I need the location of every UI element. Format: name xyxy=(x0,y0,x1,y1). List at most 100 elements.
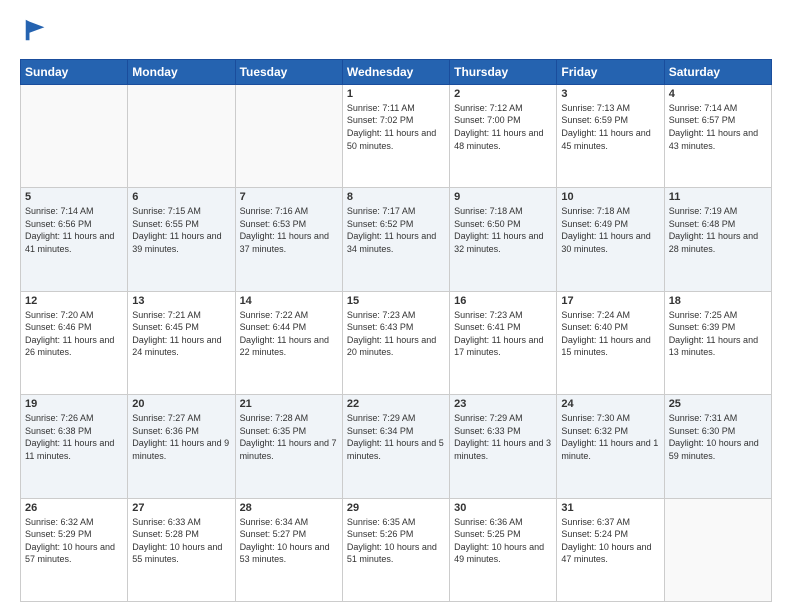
calendar-cell: 30 Sunrise: 6:36 AM Sunset: 5:25 PM Dayli… xyxy=(450,498,557,601)
calendar-cell: 22 Sunrise: 7:29 AM Sunset: 6:34 PM Dayli… xyxy=(342,395,449,498)
calendar-cell: 13Sunrise: 7:21 AM Sunset: 6:45 PM Dayli… xyxy=(128,291,235,394)
day-info: Sunrise: 7:25 AM Sunset: 6:39 PM Dayligh… xyxy=(669,309,767,359)
day-info: Sunrise: 7:11 AM Sunset: 7:02 PM Dayligh… xyxy=(347,102,445,152)
calendar-cell: 31Sunrise: 6:37 AM Sunset: 5:24 PM Dayli… xyxy=(557,498,664,601)
day-info: Sunrise: 7:23 AM Sunset: 6:41 PM Dayligh… xyxy=(454,309,552,359)
day-info: Sunrise: 7:24 AM Sunset: 6:40 PM Dayligh… xyxy=(561,309,659,359)
day-info: Sunrise: 7:15 AM Sunset: 6:55 PM Dayligh… xyxy=(132,205,230,255)
day-header-sunday: Sunday xyxy=(21,59,128,84)
day-info: Sunrise: 7:16 AM Sunset: 6:53 PM Dayligh… xyxy=(240,205,338,255)
calendar-cell: 24Sunrise: 7:30 AM Sunset: 6:32 PM Dayli… xyxy=(557,395,664,498)
day-number: 16 xyxy=(454,295,552,307)
day-number: 3 xyxy=(561,88,659,100)
calendar-cell: 2 Sunrise: 7:12 AM Sunset: 7:00 PM Daylig… xyxy=(450,84,557,187)
day-info: Sunrise: 7:18 AM Sunset: 6:49 PM Dayligh… xyxy=(561,205,659,255)
day-info: Sunrise: 6:32 AM Sunset: 5:29 PM Dayligh… xyxy=(25,516,123,566)
day-info: Sunrise: 7:12 AM Sunset: 7:00 PM Dayligh… xyxy=(454,102,552,152)
calendar-cell xyxy=(235,84,342,187)
day-number: 23 xyxy=(454,398,552,410)
day-number: 26 xyxy=(25,502,123,514)
day-number: 10 xyxy=(561,191,659,203)
day-info: Sunrise: 7:13 AM Sunset: 6:59 PM Dayligh… xyxy=(561,102,659,152)
calendar-header-row: SundayMondayTuesdayWednesdayThursdayFrid… xyxy=(21,59,772,84)
calendar-cell: 23 Sunrise: 7:29 AM Sunset: 6:33 PM Dayli… xyxy=(450,395,557,498)
day-info: Sunrise: 7:31 AM Sunset: 6:30 PM Dayligh… xyxy=(669,412,767,462)
day-number: 1 xyxy=(347,88,445,100)
day-number: 2 xyxy=(454,88,552,100)
day-number: 4 xyxy=(669,88,767,100)
day-info: Sunrise: 7:14 AM Sunset: 6:57 PM Dayligh… xyxy=(669,102,767,152)
calendar-cell: 10 Sunrise: 7:18 AM Sunset: 6:49 PM Dayli… xyxy=(557,188,664,291)
calendar-week-row: 26 Sunrise: 6:32 AM Sunset: 5:29 PM Dayli… xyxy=(21,498,772,601)
day-info: Sunrise: 7:23 AM Sunset: 6:43 PM Dayligh… xyxy=(347,309,445,359)
calendar-cell: 25Sunrise: 7:31 AM Sunset: 6:30 PM Dayli… xyxy=(664,395,771,498)
day-number: 31 xyxy=(561,502,659,514)
header xyxy=(20,16,772,49)
day-info: Sunrise: 7:27 AM Sunset: 6:36 PM Dayligh… xyxy=(132,412,230,462)
day-number: 19 xyxy=(25,398,123,410)
page: SundayMondayTuesdayWednesdayThursdayFrid… xyxy=(0,0,792,612)
day-info: Sunrise: 6:35 AM Sunset: 5:26 PM Dayligh… xyxy=(347,516,445,566)
calendar-cell: 11 Sunrise: 7:19 AM Sunset: 6:48 PM Dayli… xyxy=(664,188,771,291)
day-header-tuesday: Tuesday xyxy=(235,59,342,84)
day-info: Sunrise: 6:34 AM Sunset: 5:27 PM Dayligh… xyxy=(240,516,338,566)
calendar-week-row: 19 Sunrise: 7:26 AM Sunset: 6:38 PM Dayli… xyxy=(21,395,772,498)
calendar-cell: 3 Sunrise: 7:13 AM Sunset: 6:59 PM Daylig… xyxy=(557,84,664,187)
day-info: Sunrise: 7:19 AM Sunset: 6:48 PM Dayligh… xyxy=(669,205,767,255)
day-number: 9 xyxy=(454,191,552,203)
day-header-wednesday: Wednesday xyxy=(342,59,449,84)
day-header-thursday: Thursday xyxy=(450,59,557,84)
calendar-cell xyxy=(21,84,128,187)
day-info: Sunrise: 7:29 AM Sunset: 6:34 PM Dayligh… xyxy=(347,412,445,462)
calendar-cell: 7Sunrise: 7:16 AM Sunset: 6:53 PM Daylig… xyxy=(235,188,342,291)
calendar-cell: 5 Sunrise: 7:14 AM Sunset: 6:56 PM Daylig… xyxy=(21,188,128,291)
calendar-cell: 19 Sunrise: 7:26 AM Sunset: 6:38 PM Dayli… xyxy=(21,395,128,498)
calendar-cell: 28 Sunrise: 6:34 AM Sunset: 5:27 PM Dayli… xyxy=(235,498,342,601)
day-number: 29 xyxy=(347,502,445,514)
day-info: Sunrise: 7:14 AM Sunset: 6:56 PM Dayligh… xyxy=(25,205,123,255)
day-number: 8 xyxy=(347,191,445,203)
calendar-cell xyxy=(664,498,771,601)
day-info: Sunrise: 7:22 AM Sunset: 6:44 PM Dayligh… xyxy=(240,309,338,359)
day-number: 20 xyxy=(132,398,230,410)
calendar-cell: 18 Sunrise: 7:25 AM Sunset: 6:39 PM Dayli… xyxy=(664,291,771,394)
day-number: 27 xyxy=(132,502,230,514)
day-number: 18 xyxy=(669,295,767,307)
calendar-cell: 15 Sunrise: 7:23 AM Sunset: 6:43 PM Dayli… xyxy=(342,291,449,394)
day-number: 21 xyxy=(240,398,338,410)
day-number: 11 xyxy=(669,191,767,203)
calendar-cell: 16 Sunrise: 7:23 AM Sunset: 6:41 PM Dayli… xyxy=(450,291,557,394)
day-number: 14 xyxy=(240,295,338,307)
day-info: Sunrise: 7:26 AM Sunset: 6:38 PM Dayligh… xyxy=(25,412,123,462)
day-number: 12 xyxy=(25,295,123,307)
day-info: Sunrise: 7:29 AM Sunset: 6:33 PM Dayligh… xyxy=(454,412,552,462)
day-number: 13 xyxy=(132,295,230,307)
day-number: 17 xyxy=(561,295,659,307)
calendar-cell: 21Sunrise: 7:28 AM Sunset: 6:35 PM Dayli… xyxy=(235,395,342,498)
day-header-saturday: Saturday xyxy=(664,59,771,84)
day-number: 15 xyxy=(347,295,445,307)
logo-flag-icon xyxy=(22,16,50,44)
calendar-cell: 29 Sunrise: 6:35 AM Sunset: 5:26 PM Dayli… xyxy=(342,498,449,601)
day-info: Sunrise: 6:36 AM Sunset: 5:25 PM Dayligh… xyxy=(454,516,552,566)
day-number: 6 xyxy=(132,191,230,203)
day-number: 30 xyxy=(454,502,552,514)
day-info: Sunrise: 7:17 AM Sunset: 6:52 PM Dayligh… xyxy=(347,205,445,255)
calendar-cell xyxy=(128,84,235,187)
calendar-cell: 26 Sunrise: 6:32 AM Sunset: 5:29 PM Dayli… xyxy=(21,498,128,601)
day-info: Sunrise: 6:33 AM Sunset: 5:28 PM Dayligh… xyxy=(132,516,230,566)
calendar-cell: 20 Sunrise: 7:27 AM Sunset: 6:36 PM Dayli… xyxy=(128,395,235,498)
day-header-friday: Friday xyxy=(557,59,664,84)
calendar-week-row: 12Sunrise: 7:20 AM Sunset: 6:46 PM Dayli… xyxy=(21,291,772,394)
calendar-week-row: 5 Sunrise: 7:14 AM Sunset: 6:56 PM Daylig… xyxy=(21,188,772,291)
calendar-cell: 14 Sunrise: 7:22 AM Sunset: 6:44 PM Dayli… xyxy=(235,291,342,394)
calendar-cell: 4 Sunrise: 7:14 AM Sunset: 6:57 PM Daylig… xyxy=(664,84,771,187)
day-number: 22 xyxy=(347,398,445,410)
logo xyxy=(20,16,50,49)
calendar-table: SundayMondayTuesdayWednesdayThursdayFrid… xyxy=(20,59,772,602)
calendar-cell: 12Sunrise: 7:20 AM Sunset: 6:46 PM Dayli… xyxy=(21,291,128,394)
day-number: 5 xyxy=(25,191,123,203)
calendar-cell: 6 Sunrise: 7:15 AM Sunset: 6:55 PM Daylig… xyxy=(128,188,235,291)
day-number: 28 xyxy=(240,502,338,514)
calendar-cell: 8 Sunrise: 7:17 AM Sunset: 6:52 PM Daylig… xyxy=(342,188,449,291)
